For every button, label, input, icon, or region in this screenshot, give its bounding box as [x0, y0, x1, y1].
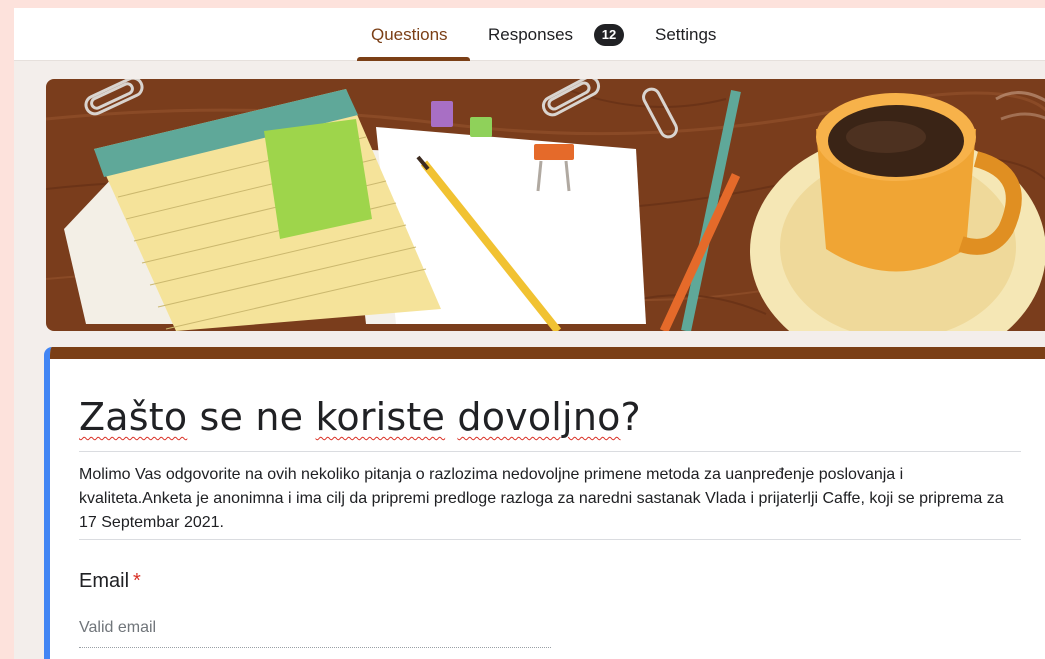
description-divider — [79, 539, 1021, 540]
tab-questions[interactable]: Questions — [371, 25, 448, 45]
form-header-card[interactable]: Zašto se ne koriste dovoljno? Molimo Vas… — [44, 347, 1045, 659]
email-label-text: Email — [79, 570, 130, 592]
tab-bar: Questions Responses 12 Settings — [14, 8, 1045, 61]
form-title[interactable]: Zašto se ne koriste dovoljno? — [79, 395, 641, 439]
email-field[interactable] — [79, 612, 551, 648]
title-text: ? — [620, 395, 641, 439]
title-word-spellcheck: dovoljno — [457, 395, 621, 439]
title-text: se ne — [187, 395, 316, 439]
required-asterisk: * — [133, 570, 141, 592]
tab-responses[interactable]: Responses — [488, 25, 573, 45]
title-word-spellcheck: Zašto — [79, 395, 188, 439]
email-question-label: Email * — [79, 570, 141, 593]
form-description[interactable]: Molimo Vas odgovorite na ovih nekoliko p… — [79, 463, 1014, 535]
form-editor: Questions Responses 12 Settings Zašto se… — [14, 8, 1045, 659]
title-word-spellcheck: koriste — [315, 395, 446, 439]
card-accent-bar — [50, 347, 1045, 359]
responses-count-badge: 12 — [594, 24, 624, 46]
tab-settings[interactable]: Settings — [655, 25, 716, 45]
active-tab-indicator — [357, 57, 470, 61]
header-banner-image — [46, 79, 1045, 331]
title-text — [445, 395, 457, 439]
title-divider — [79, 451, 1021, 452]
